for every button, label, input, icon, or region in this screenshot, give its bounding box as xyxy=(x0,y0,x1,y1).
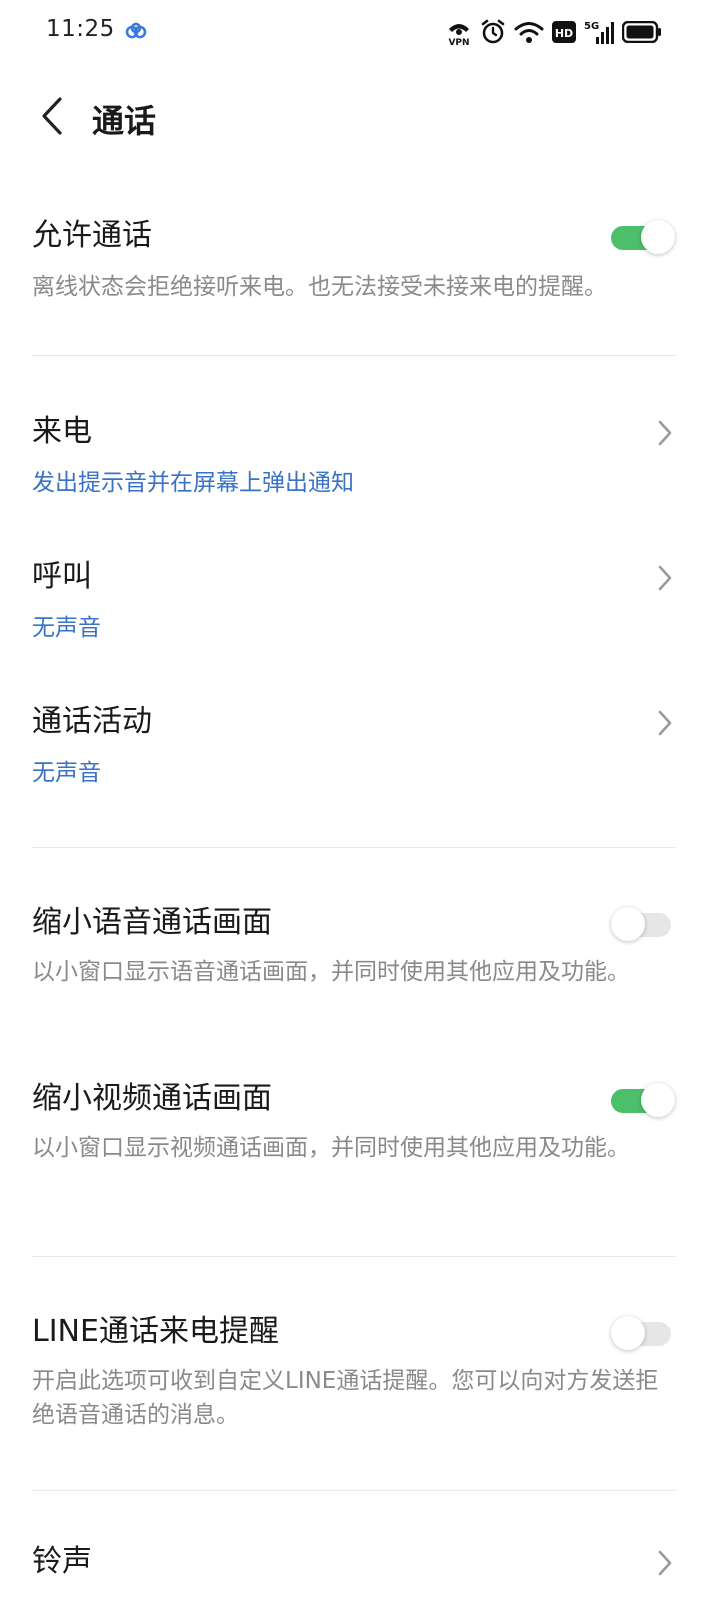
line-call-alert-toggle[interactable] xyxy=(609,1316,671,1350)
chevron-right-icon xyxy=(658,565,672,591)
5g-signal-icon: 5G xyxy=(584,19,614,45)
setting-title: 呼叫 xyxy=(32,559,92,594)
minimize-voice-toggle[interactable] xyxy=(609,907,671,941)
status-time: 11:25 xyxy=(46,16,115,42)
setting-desc: 以小窗口显示语音通话画面，并同时使用其他应用及功能。 xyxy=(32,959,630,985)
setting-call-activity[interactable]: 通话活动 无声音 xyxy=(32,702,677,790)
setting-title: 来电 xyxy=(32,414,92,449)
setting-title: LINE通话来电提醒 xyxy=(32,1314,279,1349)
setting-desc: 离线状态会拒绝接听来电。也无法接受未接来电的提醒。 xyxy=(32,274,607,300)
setting-title: 缩小视频通话画面 xyxy=(32,1081,272,1116)
status-icons: VPN HD 5G xyxy=(446,16,662,48)
hd-icon: HD xyxy=(552,21,576,43)
minimize-video-toggle[interactable] xyxy=(609,1083,675,1117)
setting-minimize-voice-call[interactable]: 缩小语音通话画面 以小窗口显示语音通话画面，并同时使用其他应用及功能。 xyxy=(32,903,677,989)
setting-allow-calls[interactable]: 允许通话 离线状态会拒绝接听来电。也无法接受未接来电的提醒。 xyxy=(32,216,677,304)
setting-incoming-calls[interactable]: 来电 发出提示音并在屏幕上弹出通知 xyxy=(32,412,677,500)
toggle-knob xyxy=(611,1316,645,1350)
setting-title: 缩小语音通话画面 xyxy=(32,905,272,940)
setting-value: 无声音 xyxy=(32,615,101,641)
setting-ringtone[interactable]: 铃声 xyxy=(32,1542,677,1582)
divider xyxy=(32,847,675,848)
alarm-icon xyxy=(480,18,506,46)
wifi-icon xyxy=(514,20,544,44)
setting-outgoing-calls[interactable]: 呼叫 无声音 xyxy=(32,557,677,645)
toggle-knob xyxy=(641,1083,675,1117)
allow-calls-toggle[interactable] xyxy=(609,220,675,254)
setting-value: 发出提示音并在屏幕上弹出通知 xyxy=(32,470,354,496)
divider xyxy=(32,355,675,356)
header: 通话 xyxy=(0,78,720,158)
battery-icon xyxy=(622,21,662,43)
back-button[interactable] xyxy=(30,92,74,140)
setting-title: 通话活动 xyxy=(32,704,152,739)
hd-label: HD xyxy=(555,27,573,40)
toggle-knob xyxy=(611,907,645,941)
chevron-left-icon xyxy=(42,97,62,135)
setting-value: 无声音 xyxy=(32,760,101,786)
toggle-knob xyxy=(641,220,675,254)
status-bar: 11:25 VPN HD 5G xyxy=(0,0,720,64)
setting-desc: 以小窗口显示视频通话画面，并同时使用其他应用及功能。 xyxy=(32,1135,630,1161)
divider xyxy=(32,1490,675,1491)
setting-minimize-video-call[interactable]: 缩小视频通话画面 以小窗口显示视频通话画面，并同时使用其他应用及功能。 xyxy=(32,1079,677,1165)
chevron-right-icon xyxy=(658,1550,672,1576)
setting-title: 铃声 xyxy=(32,1544,92,1579)
cloud-icon xyxy=(124,22,148,40)
page-title: 通话 xyxy=(92,102,157,140)
vpn-label: VPN xyxy=(448,38,469,47)
setting-line-call-alert[interactable]: LINE通话来电提醒 开启此选项可收到自定义LINE通话提醒。您可以向对方发送拒… xyxy=(32,1312,677,1432)
setting-title: 允许通话 xyxy=(32,218,152,253)
setting-desc: 开启此选项可收到自定义LINE通话提醒。您可以向对方发送拒绝语音通话的消息。 xyxy=(32,1368,659,1428)
divider xyxy=(32,1256,675,1257)
vpn-icon: VPN xyxy=(446,17,472,47)
chevron-right-icon xyxy=(658,420,672,446)
chevron-right-icon xyxy=(658,710,672,736)
network-label: 5G xyxy=(584,21,599,32)
